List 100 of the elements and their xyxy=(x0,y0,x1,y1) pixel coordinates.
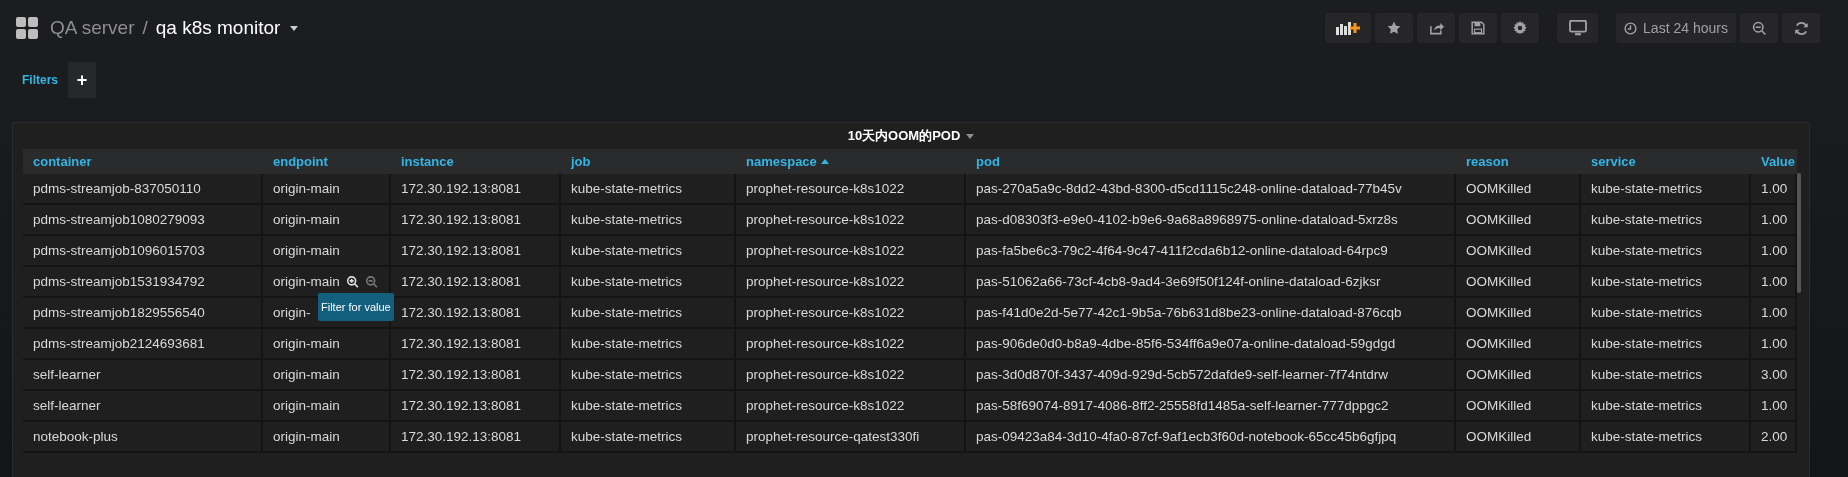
table-cell: pdms-streamjob2124693681 xyxy=(23,329,263,360)
time-range-button[interactable]: Last 24 hours xyxy=(1616,13,1736,43)
zoom-out-icon[interactable] xyxy=(365,274,379,289)
breadcrumb-separator: / xyxy=(142,17,148,39)
column-header[interactable]: instance xyxy=(391,149,561,174)
table-cell: pas-d08303f3-e9e0-4102-b9e6-9a68a8968975-online-dataload-5xrz8s xyxy=(966,205,1456,236)
table-cell: kube-state-metrics xyxy=(561,298,736,329)
table-cell: prophet-resource-k8s1022 xyxy=(736,174,966,205)
table-cell: kube-state-metrics xyxy=(561,391,736,422)
table-cell: 172.30.192.13:8081 xyxy=(391,360,561,391)
column-header[interactable]: job xyxy=(561,149,736,174)
column-header[interactable]: service xyxy=(1581,149,1751,174)
table-cell: pas-906de0d0-b8a9-4dbe-85f6-534ff6a9e07a-online-dataload-59gdgd xyxy=(966,329,1456,360)
dashboard-grid-icon[interactable] xyxy=(16,17,38,39)
table-cell: OOMKilled xyxy=(1456,329,1581,360)
settings-button[interactable] xyxy=(1501,13,1539,43)
caret-icon[interactable] xyxy=(290,25,299,31)
table-cell: OOMKilled xyxy=(1456,391,1581,422)
table-cell: pas-3d0d870f-3437-409d-929d-5cb572dafde9-self-learner-7f74ntdrw xyxy=(966,360,1456,391)
table-cell: prophet-resource-k8s1022 xyxy=(736,360,966,391)
table-cell: OOMKilled xyxy=(1456,174,1581,205)
table-cell: prophet-resource-k8s1022 xyxy=(736,205,966,236)
table-cell: pas-fa5be6c3-79c2-4f64-9c47-411f2cda6b12-online-dataload-64rpc9 xyxy=(966,236,1456,267)
share-icon xyxy=(1428,21,1444,35)
table-cell: kube-state-metrics xyxy=(1581,422,1751,453)
table-cell: 1.00 xyxy=(1751,298,1797,329)
table-cell: kube-state-metrics xyxy=(561,329,736,360)
table-cell: kube-state-metrics xyxy=(1581,360,1751,391)
table-cell: prophet-resource-k8s1022 xyxy=(736,329,966,360)
dashboard-title[interactable]: qa k8s monitor xyxy=(155,17,281,39)
table-cell: kube-state-metrics xyxy=(1581,205,1751,236)
refresh-button[interactable] xyxy=(1782,13,1820,43)
folder-link[interactable]: QA server xyxy=(50,17,135,39)
table-cell: self-learner xyxy=(23,391,263,422)
table-cell: OOMKilled xyxy=(1456,298,1581,329)
table-cell: prophet-resource-k8s1022 xyxy=(736,391,966,422)
table-cell: pdms-streamjob1829556540 xyxy=(23,298,263,329)
clock-icon xyxy=(1624,21,1638,35)
tooltip: Filter for value xyxy=(318,293,394,321)
table-cell: origin-main xyxy=(263,205,391,236)
table-cell: prophet-resource-qatest330fi xyxy=(736,422,966,453)
table-cell: OOMKilled xyxy=(1456,267,1581,298)
scrollbar[interactable] xyxy=(1797,173,1801,293)
column-header[interactable]: endpoint xyxy=(263,149,391,174)
table-cell: kube-state-metrics xyxy=(1581,267,1751,298)
add-panel-button[interactable] xyxy=(1325,13,1371,43)
save-icon xyxy=(1471,21,1485,35)
table-cell: kube-state-metrics xyxy=(561,360,736,391)
save-button[interactable] xyxy=(1459,13,1497,43)
table-cell: kube-state-metrics xyxy=(561,422,736,453)
table-cell: origin-main xyxy=(263,422,391,453)
table-cell: origin-main xyxy=(263,236,391,267)
share-button[interactable] xyxy=(1417,13,1455,43)
table-cell: 172.30.192.13:8081 xyxy=(391,267,561,298)
column-header[interactable]: Value xyxy=(1751,149,1797,174)
table-cell: OOMKilled xyxy=(1456,205,1581,236)
column-header[interactable]: reason xyxy=(1456,149,1581,174)
zoom-out-button[interactable] xyxy=(1740,13,1778,43)
star-icon xyxy=(1387,21,1401,35)
panel-title[interactable]: 10天内OOM的POD xyxy=(847,127,961,145)
refresh-icon xyxy=(1793,20,1809,36)
settings-icon xyxy=(1513,21,1527,35)
table-cell: kube-state-metrics xyxy=(1581,298,1751,329)
table-cell: origin-main xyxy=(263,391,391,422)
table-cell: pas-09423a84-3d10-4fa0-87cf-9af1ecb3f60d-notebook-65cc45b6gfjpq xyxy=(966,422,1456,453)
table-cell: 2.00 xyxy=(1751,422,1797,453)
table-cell: pdms-streamjob1096015703 xyxy=(23,236,263,267)
table-cell: origin-main xyxy=(263,360,391,391)
table-cell: prophet-resource-k8s1022 xyxy=(736,298,966,329)
table-cell: pas-270a5a9c-8dd2-43bd-8300-d5cd1115c248-online-dataload-77b45v xyxy=(966,174,1456,205)
table-cell: kube-state-metrics xyxy=(561,205,736,236)
table-cell: prophet-resource-k8s1022 xyxy=(736,267,966,298)
table-cell: OOMKilled xyxy=(1456,236,1581,267)
caret-icon[interactable] xyxy=(966,133,975,139)
table-cell: 1.00 xyxy=(1751,329,1797,360)
table-cell: 172.30.192.13:8081 xyxy=(391,329,561,360)
table-cell: 172.30.192.13:8081 xyxy=(391,422,561,453)
table-cell: 172.30.192.13:8081 xyxy=(391,391,561,422)
monitor-icon xyxy=(1568,20,1587,36)
table-cell: OOMKilled xyxy=(1456,422,1581,453)
zoom-out-icon xyxy=(1751,20,1767,36)
table-cell: self-learner xyxy=(23,360,263,391)
table-cell: kube-state-metrics xyxy=(1581,174,1751,205)
view-mode-button[interactable] xyxy=(1557,13,1598,43)
table-cell: OOMKilled xyxy=(1456,360,1581,391)
table-cell: pdms-streamjob-837050110 xyxy=(23,174,263,205)
table-cell: 172.30.192.13:8081 xyxy=(391,205,561,236)
table-cell: 172.30.192.13:8081 xyxy=(391,236,561,267)
table-cell: kube-state-metrics xyxy=(561,174,736,205)
star-button[interactable] xyxy=(1375,13,1413,43)
table-cell: pdms-streamjob1531934792 xyxy=(23,267,263,298)
table-cell: prophet-resource-k8s1022 xyxy=(736,236,966,267)
add-filter-button[interactable]: + xyxy=(68,62,96,98)
table-cell: kube-state-metrics xyxy=(1581,236,1751,267)
column-header[interactable]: pod xyxy=(966,149,1456,174)
zoom-in-icon[interactable] xyxy=(345,274,360,289)
column-header[interactable]: namespace xyxy=(736,149,966,174)
add-panel-icon xyxy=(1336,21,1360,35)
table-cell: pdms-streamjob1080279093 xyxy=(23,205,263,236)
column-header[interactable]: container xyxy=(23,149,263,174)
